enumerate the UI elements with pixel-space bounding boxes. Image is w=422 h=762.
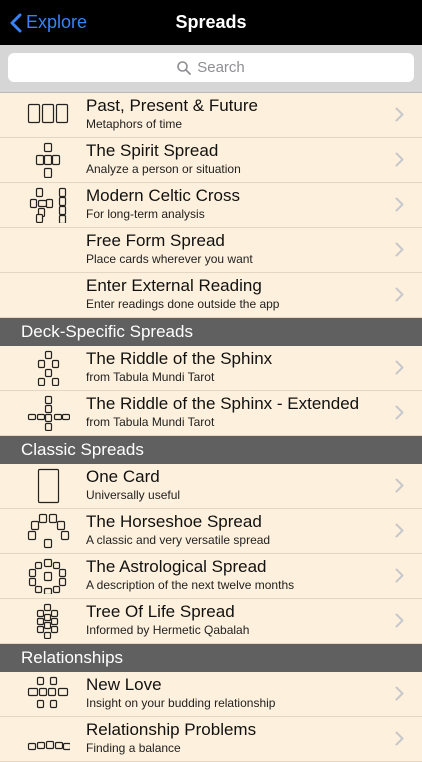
spread-subtitle: Insight on your budding relationship <box>86 696 276 710</box>
search-input[interactable]: Search <box>8 53 414 82</box>
astrological-circle-icon <box>28 558 67 594</box>
chevron-right-icon <box>395 152 404 167</box>
spread-title: One Card <box>86 467 160 486</box>
chevron-right-icon <box>395 613 404 628</box>
search-icon <box>177 60 192 75</box>
section-header: Relationships <box>0 644 422 672</box>
spread-title: Enter External Reading <box>86 276 262 295</box>
spread-title: The Horseshoe Spread <box>86 512 262 531</box>
spread-subtitle: Analyze a person or situation <box>86 162 241 176</box>
spread-subtitle: Informed by Hermetic Qabalah <box>86 623 250 637</box>
spread-subtitle: Metaphors of time <box>86 117 183 131</box>
relationship-problems-icon <box>27 740 70 751</box>
spread-row[interactable]: The Riddle of the Sphinx - Extended from … <box>0 391 422 436</box>
chevron-left-icon <box>10 13 22 32</box>
spread-title: New Love <box>86 675 162 694</box>
spread-row[interactable]: Tree Of Life Spread Informed by Hermetic … <box>0 599 422 644</box>
spread-subtitle: Finding a balance <box>86 741 181 755</box>
spread-subtitle: Place cards wherever you want <box>86 252 253 266</box>
chevron-right-icon <box>395 523 404 538</box>
spread-row[interactable]: Past, Present & Future Metaphors of time <box>0 93 422 138</box>
spread-title: Relationship Problems <box>86 720 257 739</box>
spread-row[interactable]: Free Form Spread Place cards wherever you… <box>0 228 422 273</box>
spread-title: The Spirit Spread <box>86 141 219 160</box>
search-placeholder: Search <box>197 59 245 76</box>
chevron-right-icon <box>395 197 404 212</box>
spread-row[interactable]: The Riddle of the Sphinx from Tabula Mund… <box>0 346 422 391</box>
spread-row[interactable]: The Spirit Spread Analyze a person or sit… <box>0 138 422 183</box>
spread-row[interactable]: Modern Celtic Cross For long-term analysi… <box>0 183 422 228</box>
celtic-cross-icon <box>29 187 67 223</box>
chevron-right-icon <box>395 686 404 701</box>
spread-title: Past, Present & Future <box>86 96 258 115</box>
spirit-cross-icon <box>35 142 61 178</box>
search-bar-container: Search <box>0 45 422 93</box>
single-card-icon <box>37 468 60 504</box>
chevron-right-icon <box>395 478 404 493</box>
spread-row[interactable]: The Astrological Spread A description of … <box>0 554 422 599</box>
sphinx-cross-icon <box>37 350 60 386</box>
spread-title: Modern Celtic Cross <box>86 186 240 205</box>
chevron-right-icon <box>395 405 404 420</box>
chevron-right-icon <box>395 242 404 257</box>
chevron-right-icon <box>395 731 404 746</box>
section-header: Deck-Specific Spreads <box>0 318 422 346</box>
spread-subtitle: Enter readings done outside the app <box>86 297 280 311</box>
spread-subtitle: A description of the next twelve months <box>86 578 295 592</box>
section-header: Classic Spreads <box>0 436 422 464</box>
spread-title: The Riddle of the Sphinx - Extended <box>86 394 360 413</box>
tree-of-life-icon <box>36 603 59 639</box>
spread-title: The Astrological Spread <box>86 557 267 576</box>
spread-row[interactable]: One Card Universally useful <box>0 464 422 509</box>
spread-title: Free Form Spread <box>86 231 225 250</box>
chevron-right-icon <box>395 360 404 375</box>
chevron-right-icon <box>395 568 404 583</box>
spread-subtitle: For long-term analysis <box>86 207 205 221</box>
sphinx-extended-icon <box>27 395 70 431</box>
back-button[interactable]: Explore <box>10 0 87 45</box>
back-button-label: Explore <box>26 12 88 32</box>
navigation-bar: Explore Spreads <box>0 0 422 45</box>
spread-row[interactable]: New Love Insight on your budding relation… <box>0 672 422 717</box>
chevron-right-icon <box>395 107 404 122</box>
spread-subtitle: A classic and very versatile spread <box>86 533 271 547</box>
horseshoe-icon <box>27 513 70 549</box>
spread-row[interactable]: Enter External Reading Enter readings don… <box>0 273 422 318</box>
spread-title: The Riddle of the Sphinx <box>86 349 273 368</box>
spread-subtitle: from Tabula Mundi Tarot <box>86 370 215 384</box>
spreads-list: Past, Present & Future Metaphors of time T… <box>0 93 422 762</box>
three-card-row-icon <box>27 103 69 124</box>
spread-title: Tree Of Life Spread <box>86 602 235 621</box>
spread-row[interactable]: Relationship Problems Finding a balance <box>0 717 422 762</box>
new-love-icon <box>27 676 69 709</box>
chevron-right-icon <box>395 287 404 302</box>
spread-subtitle: Universally useful <box>86 488 181 502</box>
spread-subtitle: from Tabula Mundi Tarot <box>86 415 215 429</box>
spread-row[interactable]: The Horseshoe Spread A classic and very v… <box>0 509 422 554</box>
